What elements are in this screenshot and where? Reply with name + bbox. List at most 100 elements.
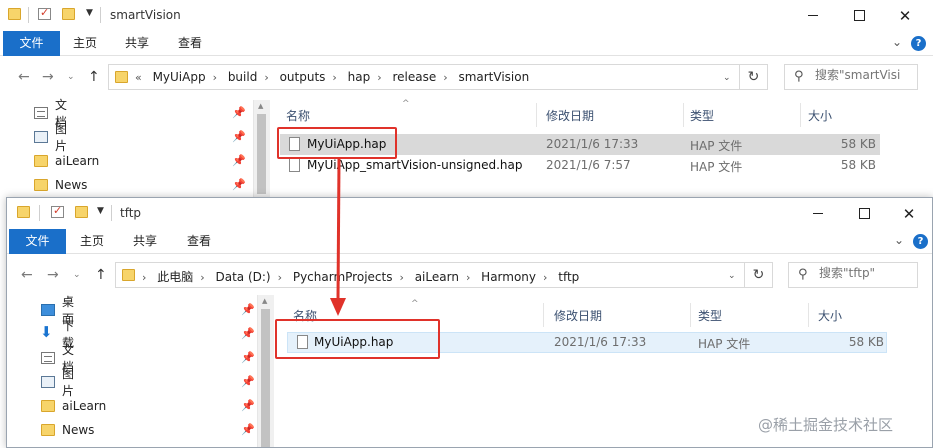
help-icon[interactable]: ? [913, 234, 928, 249]
nav-item-pictures[interactable]: 图片 [41, 367, 74, 398]
search-box[interactable]: ⚲ [784, 64, 918, 90]
column-divider[interactable] [690, 303, 691, 327]
help-icon[interactable]: ? [911, 36, 926, 51]
scrollbar-thumb[interactable] [261, 309, 270, 447]
chevron-right-icon[interactable]: › [142, 271, 146, 284]
minimize-button[interactable] [790, 0, 836, 31]
tab-share[interactable]: 共享 [122, 31, 152, 56]
chevron-right-icon[interactable]: › [200, 271, 204, 284]
breadcrumb-item[interactable]: Harmony [481, 270, 536, 284]
breadcrumb-item[interactable]: Data (D:) [215, 270, 270, 284]
chevron-right-icon[interactable]: › [543, 271, 547, 284]
address-dropdown-icon[interactable]: ⌄ [728, 271, 736, 281]
breadcrumb-item[interactable]: smartVision [458, 70, 529, 84]
breadcrumb-item[interactable]: build [228, 70, 258, 84]
nav-scrollbar[interactable] [253, 100, 270, 200]
breadcrumb: « MyUiApp › build › outputs › hap › release ›… [135, 70, 536, 84]
pin-icon[interactable]: 📌 [241, 423, 255, 436]
column-type[interactable]: 类型 [698, 307, 722, 324]
minimize-button[interactable] [795, 198, 841, 229]
pin-icon[interactable]: 📌 [232, 154, 246, 167]
properties-icon[interactable] [38, 6, 51, 20]
pin-icon[interactable]: 📌 [241, 399, 255, 412]
tab-view[interactable]: 查看 [184, 229, 214, 254]
pin-icon[interactable]: 📌 [232, 178, 246, 191]
breadcrumb-item[interactable]: outputs [280, 70, 326, 84]
tab-share[interactable]: 共享 [130, 229, 160, 254]
nav-scrollbar[interactable] [257, 295, 274, 447]
address-bar[interactable]: › 此电脑 › Data (D:) › PycharmProjects › aiLea… [115, 262, 745, 288]
pin-icon[interactable]: 📌 [232, 106, 246, 119]
nav-item-ailearn[interactable]: aiLearn [34, 150, 99, 172]
scrollbar-thumb[interactable] [257, 114, 266, 194]
breadcrumb-item[interactable]: release [392, 70, 436, 84]
chevron-right-icon[interactable]: › [213, 71, 217, 84]
expand-ribbon-icon[interactable]: ⌄ [892, 35, 902, 49]
breadcrumb-overflow[interactable]: « [135, 71, 142, 84]
chevron-right-icon[interactable]: › [377, 71, 381, 84]
search-input[interactable] [815, 68, 917, 82]
breadcrumb-item[interactable]: PycharmProjects [293, 270, 393, 284]
back-icon[interactable]: ← [18, 69, 30, 85]
column-date[interactable]: 修改日期 [546, 107, 594, 124]
pin-icon[interactable]: 📌 [241, 351, 255, 364]
forward-icon[interactable]: → [47, 267, 59, 283]
column-size[interactable]: 大小 [818, 307, 842, 324]
breadcrumb-item[interactable]: aiLearn [415, 270, 459, 284]
nav-item-pictures[interactable]: 图片 [34, 122, 67, 153]
new-folder-icon[interactable] [75, 206, 88, 218]
maximize-button[interactable] [841, 198, 887, 229]
pin-icon[interactable]: 📌 [232, 130, 246, 143]
search-input[interactable] [819, 266, 917, 280]
new-folder-icon[interactable] [62, 8, 75, 20]
properties-icon[interactable] [51, 204, 64, 218]
chevron-right-icon[interactable]: › [278, 271, 282, 284]
column-divider[interactable] [808, 303, 809, 327]
column-divider[interactable] [683, 103, 684, 127]
recent-locations-icon[interactable]: ⌄ [73, 270, 81, 280]
back-icon[interactable]: ← [21, 267, 33, 283]
breadcrumb-item[interactable]: hap [348, 70, 371, 84]
nav-item-ailearn[interactable]: aiLearn [41, 395, 106, 417]
address-dropdown-icon[interactable]: ⌄ [723, 73, 731, 83]
address-bar[interactable]: « MyUiApp › build › outputs › hap › release ›… [108, 64, 740, 90]
chevron-right-icon[interactable]: › [332, 71, 336, 84]
chevron-right-icon[interactable]: › [399, 271, 403, 284]
quick-access-dropdown-icon[interactable]: ▼ [86, 8, 93, 18]
search-box[interactable]: ⚲ [788, 262, 918, 288]
column-name[interactable]: 名称 [286, 107, 310, 124]
pin-icon[interactable]: 📌 [241, 303, 255, 316]
forward-icon[interactable]: → [42, 69, 54, 85]
column-divider[interactable] [536, 103, 537, 127]
close-button[interactable]: ✕ [882, 0, 928, 31]
up-icon[interactable]: ↑ [88, 69, 100, 85]
chevron-right-icon[interactable]: › [264, 71, 268, 84]
tab-file[interactable]: 文件 [3, 31, 60, 56]
chevron-right-icon[interactable]: › [466, 271, 470, 284]
column-size[interactable]: 大小 [808, 107, 832, 124]
refresh-button[interactable]: ↻ [745, 262, 773, 288]
maximize-button[interactable] [836, 0, 882, 31]
chevron-right-icon[interactable]: › [443, 71, 447, 84]
column-type[interactable]: 类型 [690, 107, 714, 124]
breadcrumb-item[interactable]: MyUiApp [153, 70, 206, 84]
up-icon[interactable]: ↑ [95, 267, 107, 283]
column-date[interactable]: 修改日期 [554, 307, 602, 324]
tab-file[interactable]: 文件 [9, 229, 66, 254]
breadcrumb-item[interactable]: tftp [558, 270, 579, 284]
breadcrumb-item[interactable]: 此电脑 [157, 270, 193, 284]
pin-icon[interactable]: 📌 [241, 327, 255, 340]
tab-view[interactable]: 查看 [175, 31, 205, 56]
column-divider[interactable] [543, 303, 544, 327]
expand-ribbon-icon[interactable]: ⌄ [894, 233, 904, 247]
tab-home[interactable]: 主页 [77, 229, 107, 254]
recent-locations-icon[interactable]: ⌄ [67, 72, 75, 82]
nav-item-news[interactable]: News [34, 174, 87, 196]
quick-access-dropdown-icon[interactable]: ▼ [97, 206, 104, 216]
refresh-button[interactable]: ↻ [740, 64, 768, 90]
nav-item-news[interactable]: News [41, 419, 94, 441]
pin-icon[interactable]: 📌 [241, 375, 255, 388]
column-divider[interactable] [800, 103, 801, 127]
tab-home[interactable]: 主页 [70, 31, 100, 56]
close-button[interactable]: ✕ [886, 198, 932, 229]
